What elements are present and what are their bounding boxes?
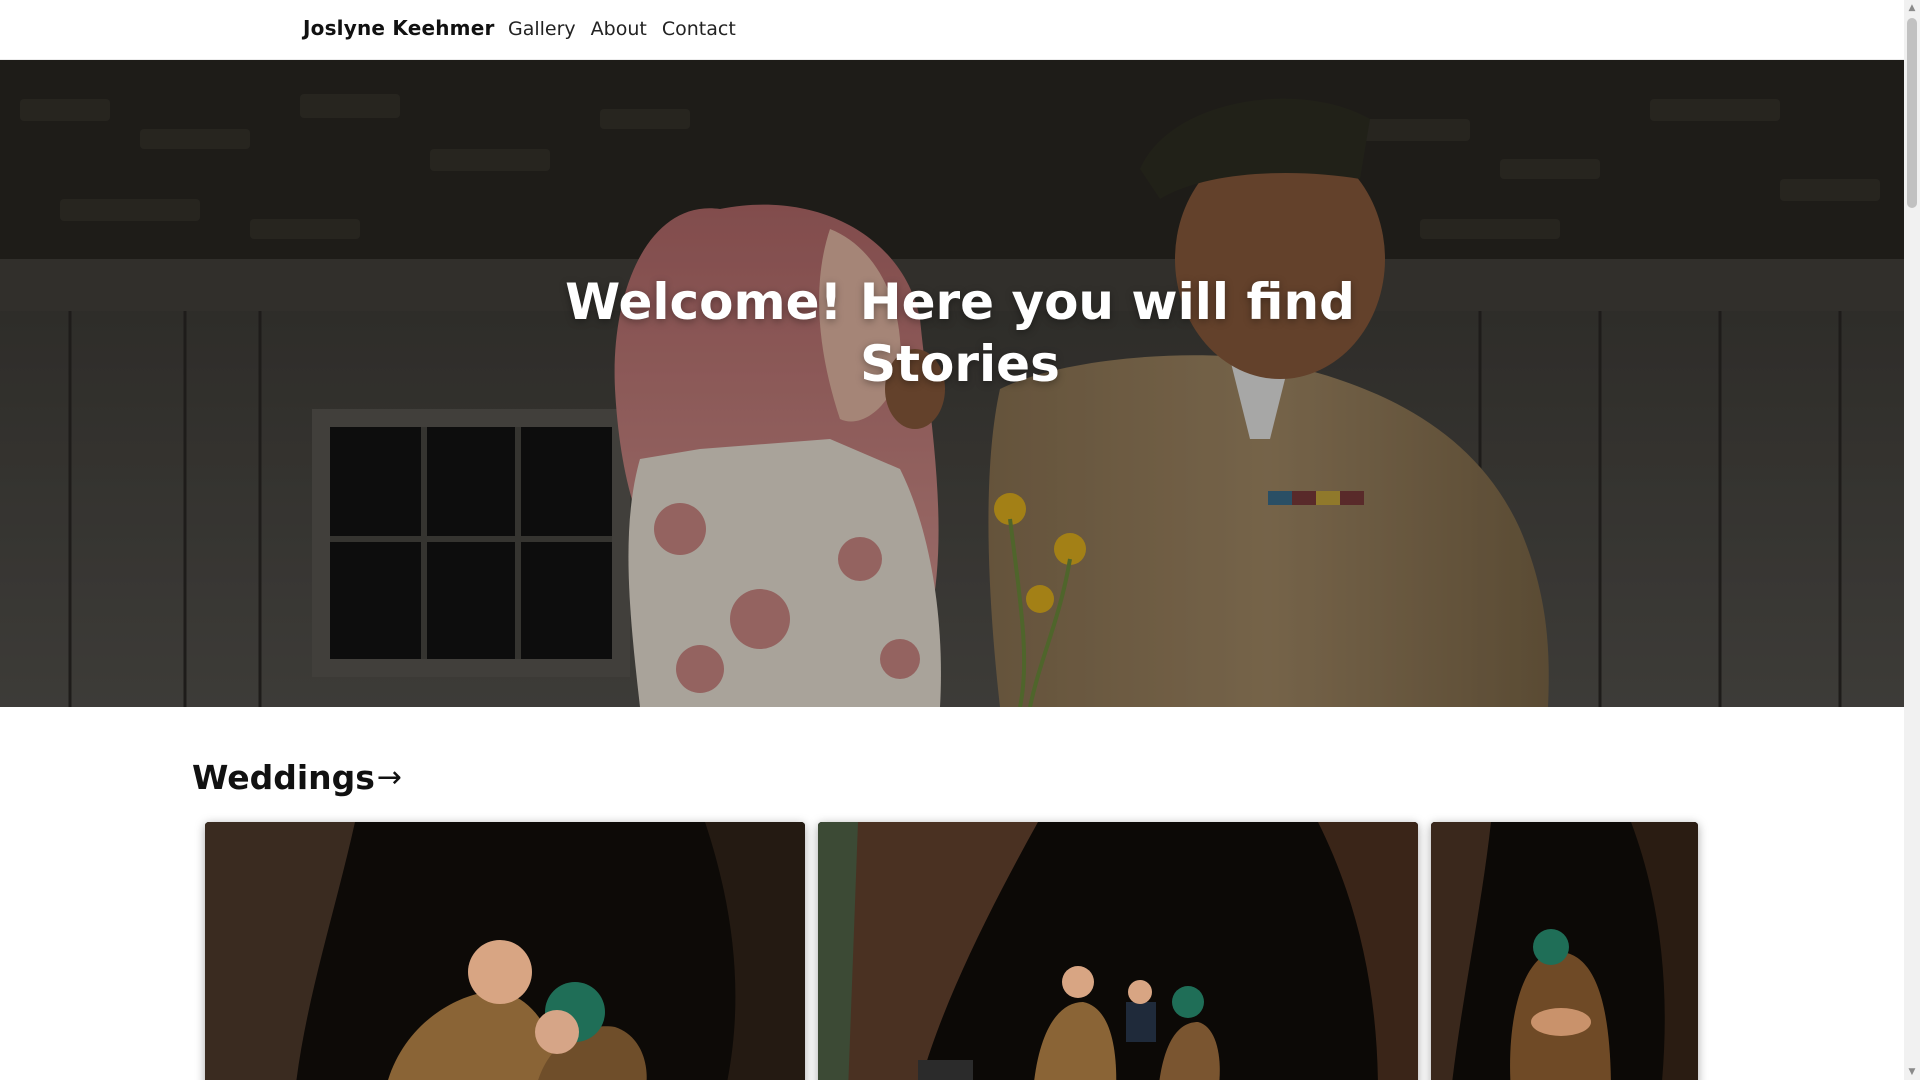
nav-link-about[interactable]: About <box>591 18 647 40</box>
wedding-card-3[interactable] <box>1431 822 1698 1080</box>
arrow-right-icon: → <box>376 760 403 795</box>
scroll-down-icon[interactable]: ▼ <box>1904 1064 1920 1080</box>
weddings-heading-link[interactable]: Weddings → <box>192 758 402 797</box>
nav-links: Gallery About Contact <box>508 18 736 40</box>
weddings-heading-text: Weddings <box>192 758 375 797</box>
page: Joslyne Keehmer Gallery About Contact We… <box>0 0 1920 1080</box>
nav-link-contact[interactable]: Contact <box>662 18 736 40</box>
scroll-up-icon[interactable]: ▲ <box>1904 0 1920 16</box>
wedding-hug-photo <box>1431 822 1698 1080</box>
page-scrollbar[interactable]: ▲ ▼ <box>1904 0 1920 1080</box>
hero-title: Welcome! Here you will find Stories <box>565 273 1355 393</box>
wedding-card-1[interactable] <box>205 822 805 1080</box>
wedding-card-2[interactable] <box>818 822 1418 1080</box>
wedding-kiss-photo <box>205 822 805 1080</box>
wedding-ceremony-photo <box>818 822 1418 1080</box>
navbar: Joslyne Keehmer Gallery About Contact <box>0 0 1904 60</box>
brand-link[interactable]: Joslyne Keehmer <box>303 16 495 40</box>
hero-banner: Welcome! Here you will find Stories <box>0 59 1904 707</box>
scroll-thumb[interactable] <box>1907 18 1917 208</box>
nav-link-gallery[interactable]: Gallery <box>508 18 576 40</box>
